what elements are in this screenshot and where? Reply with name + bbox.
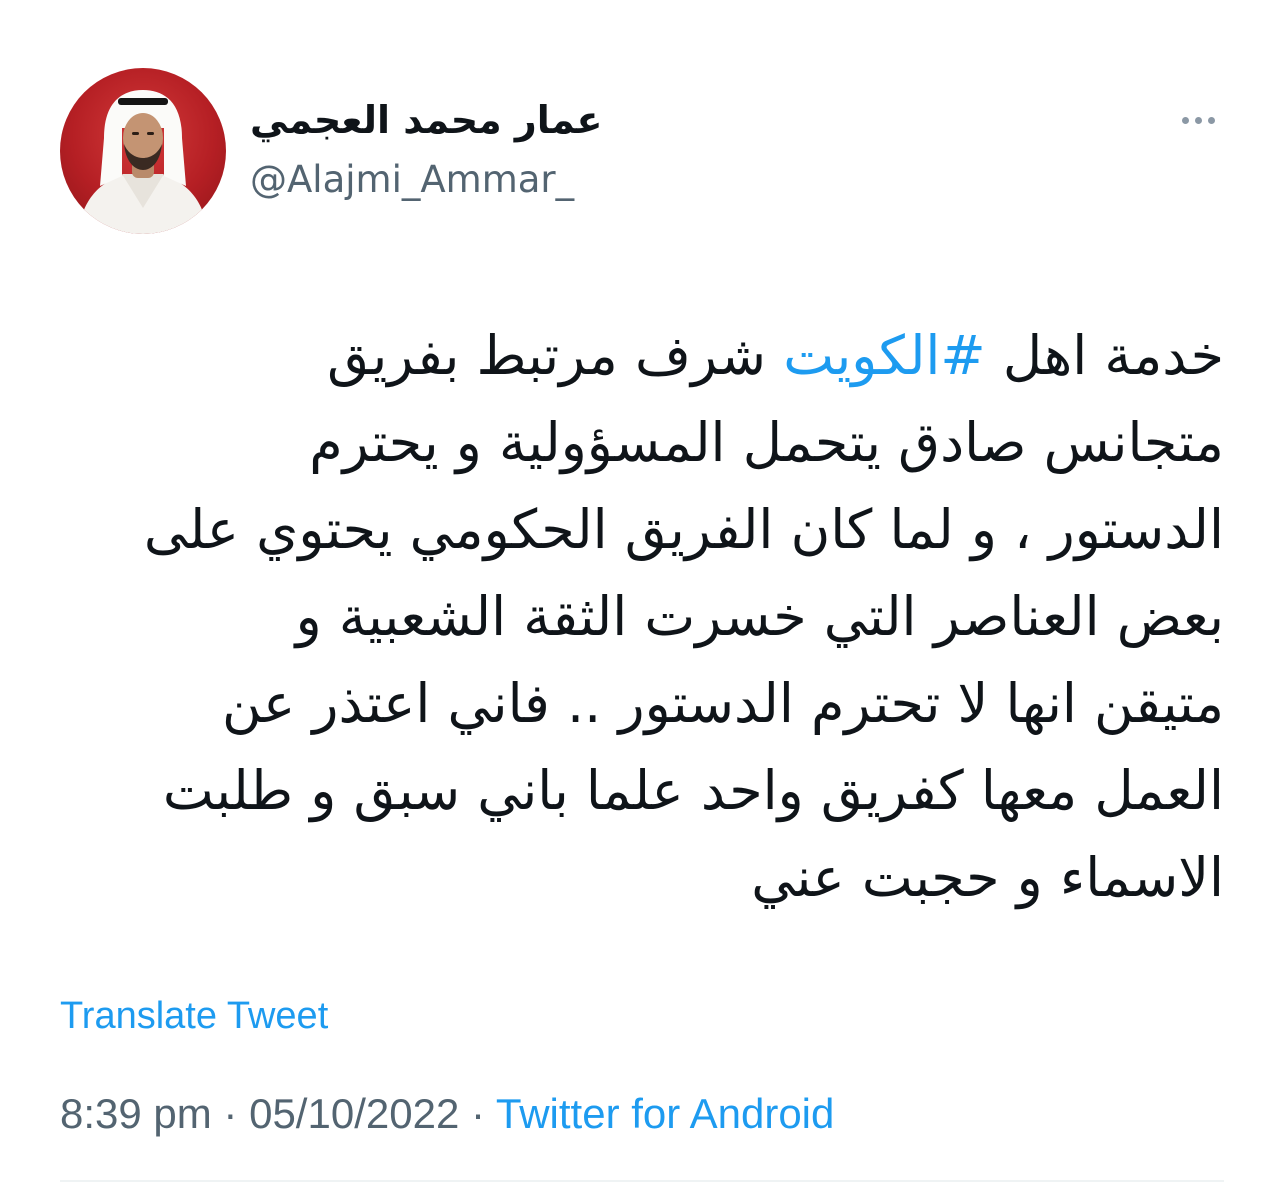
tweet-text-line: بعض العناصر التي خسرت الثقة الشعبية و (295, 585, 1224, 648)
tweet-text: خدمة اهل #الكويت شرف مرتبط بفريق متجانس … (44, 312, 1224, 921)
tweet-time[interactable]: 8:39 pm (60, 1090, 212, 1137)
tweet-source-link[interactable]: Twitter for Android (496, 1090, 834, 1137)
tweet-text-line: متيقن انها لا تحترم الدستور .. فاني اعتذ… (221, 672, 1224, 735)
divider (60, 1180, 1224, 1182)
tweet-date[interactable]: 05/10/2022 (249, 1090, 459, 1137)
meta-separator: · (459, 1090, 496, 1137)
author-info: عمار محمد العجمي @Alajmi_Ammar_ (250, 92, 850, 206)
more-horizontal-icon-dot (1207, 116, 1215, 124)
more-horizontal-icon (1181, 116, 1189, 124)
translate-tweet-link[interactable]: Translate Tweet (60, 990, 328, 1042)
more-options-button[interactable] (1170, 100, 1226, 140)
hashtag-link[interactable]: #الكويت (783, 324, 985, 387)
tweet-text-line: الدستور ، و لما كان الفريق الحكومي يحتوي… (143, 498, 1224, 561)
tweet-meta: 8:39 pm · 05/10/2022 · Twitter for Andro… (60, 1086, 834, 1142)
more-horizontal-icon-dot (1194, 116, 1202, 124)
meta-separator: · (211, 1090, 250, 1137)
tweet-text-line: العمل معها كفريق واحد علما باني سبق و طل… (162, 759, 1224, 822)
tweet-text-line: الاسماء و حجبت عني (751, 846, 1224, 909)
author-handle[interactable]: @Alajmi_Ammar_ (250, 154, 850, 206)
author-display-name[interactable]: عمار محمد العجمي (250, 92, 850, 148)
tweet-detail: عمار محمد العجمي @Alajmi_Ammar_ خدمة اهل… (0, 0, 1284, 1184)
avatar[interactable] (60, 68, 226, 234)
tweet-text-line: متجانس صادق يتحمل المسؤولية و يحترم (309, 411, 1224, 474)
tweet-text-segment: خدمة اهل (985, 324, 1224, 387)
avatar-photo (78, 90, 208, 234)
tweet-text-line: خدمة اهل #الكويت شرف مرتبط بفريق (44, 312, 1224, 399)
tweet-text-segment: شرف مرتبط بفريق (327, 324, 784, 387)
